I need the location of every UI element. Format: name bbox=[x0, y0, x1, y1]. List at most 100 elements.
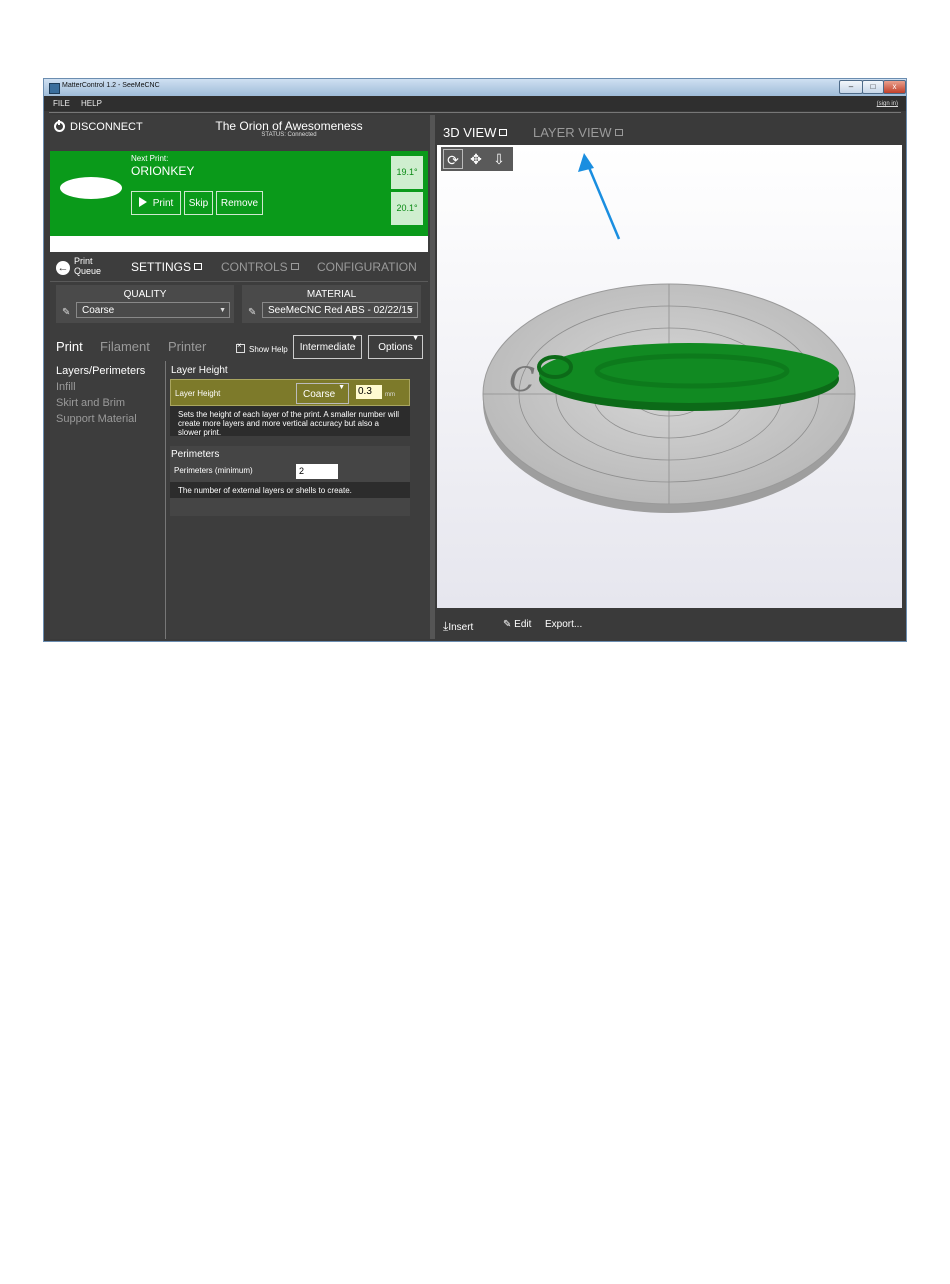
caret-down-icon: ▼ bbox=[351, 335, 358, 342]
options-label: Options bbox=[378, 342, 413, 353]
perimeters-help: The number of external layers or shells … bbox=[170, 482, 410, 498]
level-dropdown[interactable]: Intermediate ▼ bbox=[293, 335, 362, 359]
tab-print-queue[interactable]: Print Queue bbox=[74, 256, 114, 276]
pencil-icon[interactable]: ✎ bbox=[248, 307, 256, 318]
tab-controls-label: CONTROLS bbox=[221, 260, 288, 274]
print-queue-line1: Print bbox=[74, 256, 93, 266]
next-print-label: Next Print: bbox=[131, 154, 169, 163]
options-dropdown[interactable]: Options ▼ bbox=[368, 335, 423, 359]
layer-height-help: Sets the height of each layer of the pri… bbox=[170, 406, 410, 437]
quality-label: QUALITY bbox=[123, 289, 167, 300]
perimeters-row: Perimeters (minimum) 2 bbox=[170, 462, 410, 480]
category-layers-perimeters[interactable]: Layers/Perimeters bbox=[56, 365, 145, 377]
caret-down-icon: ▼ bbox=[338, 384, 345, 391]
tabs-divider bbox=[50, 281, 428, 282]
print-button-label: Print bbox=[152, 198, 174, 209]
extruder-temp[interactable]: 19.1° bbox=[390, 155, 424, 190]
layer-height-preset-value: Coarse bbox=[303, 389, 336, 400]
material-label: MATERIAL bbox=[306, 289, 357, 300]
part-thumbnail[interactable] bbox=[60, 177, 122, 199]
edit-button[interactable]: ✎ Edit bbox=[503, 619, 531, 630]
disconnect-button[interactable]: DISCONNECT bbox=[54, 120, 143, 133]
category-skirt-brim[interactable]: Skirt and Brim bbox=[56, 397, 125, 409]
layer-height-row: Layer Height Coarse ▼ 0.3 mm bbox=[170, 379, 410, 406]
skip-button[interactable]: Skip bbox=[184, 191, 213, 215]
level-value: Intermediate bbox=[299, 342, 356, 353]
tab-3d-view-label: 3D VIEW bbox=[443, 125, 497, 140]
edit-label: Edit bbox=[514, 619, 532, 630]
power-icon bbox=[54, 120, 65, 132]
rotate-icon[interactable]: ⟳ bbox=[443, 149, 463, 169]
material-dropdown[interactable]: SeeMeCNC Red ABS - 02/22/15 ▼ bbox=[262, 302, 418, 318]
title-bar: MatterControl 1.2 - SeeMeCNC – □ x bbox=[44, 79, 906, 96]
export-button[interactable]: Export... bbox=[545, 619, 582, 630]
tab-layer-view-label: LAYER VIEW bbox=[533, 125, 612, 140]
checkbox-icon[interactable] bbox=[236, 341, 245, 353]
move-icon[interactable]: ✥ bbox=[466, 149, 486, 169]
layer-height-input[interactable]: 0.3 bbox=[356, 385, 382, 399]
close-button[interactable]: x bbox=[883, 80, 906, 94]
pop-out-icon[interactable] bbox=[194, 263, 203, 270]
caret-down-icon: ▼ bbox=[412, 335, 419, 342]
right-panel: 3D VIEW LAYER VIEW C ⟳ ✥ ⇩ ⤓Insert ✎ Edi… bbox=[437, 115, 903, 639]
layer-height-section-title: Layer Height bbox=[171, 365, 228, 376]
next-print-name: ORIONKEY bbox=[131, 164, 195, 178]
perimeters-section-title: Perimeters bbox=[171, 449, 220, 460]
panel-splitter[interactable] bbox=[430, 115, 435, 639]
tab-3d-view[interactable]: 3D VIEW bbox=[443, 125, 508, 140]
category-support-material[interactable]: Support Material bbox=[56, 413, 137, 425]
insert-button[interactable]: ⤓Insert bbox=[443, 619, 473, 634]
zoom-icon[interactable]: ⇩ bbox=[489, 149, 509, 169]
bottom-toolbar: ⤓Insert ✎ Edit Export... bbox=[437, 611, 903, 639]
app-window: MatterControl 1.2 - SeeMeCNC – □ x FILE … bbox=[43, 78, 907, 642]
subtab-print[interactable]: Print bbox=[56, 339, 83, 354]
menu-file[interactable]: FILE bbox=[53, 99, 70, 108]
left-panel: DISCONNECT The Orion of Awesomeness STAT… bbox=[50, 115, 430, 639]
menu-help[interactable]: HELP bbox=[81, 99, 102, 108]
quality-value: Coarse bbox=[82, 305, 115, 316]
maximize-button[interactable]: □ bbox=[862, 80, 884, 94]
part-model[interactable] bbox=[537, 343, 839, 411]
bed-temp[interactable]: 20.1° bbox=[390, 191, 424, 226]
show-help-label: Show Help bbox=[249, 345, 288, 354]
tab-controls[interactable]: CONTROLS bbox=[221, 260, 299, 274]
minimize-button[interactable]: – bbox=[839, 80, 863, 94]
subtab-filament[interactable]: Filament bbox=[100, 339, 150, 354]
show-help-toggle[interactable]: Show Help bbox=[236, 341, 288, 354]
caret-down-icon: ▼ bbox=[219, 307, 226, 314]
play-icon bbox=[138, 197, 147, 207]
back-arrow-icon[interactable]: ← bbox=[56, 261, 70, 275]
pop-out-icon[interactable] bbox=[290, 263, 299, 270]
layer-height-preset-dropdown[interactable]: Coarse ▼ bbox=[296, 383, 349, 404]
subtab-printer[interactable]: Printer bbox=[168, 339, 206, 354]
pop-out-icon[interactable] bbox=[614, 129, 623, 136]
print-button[interactable]: Print bbox=[131, 191, 181, 215]
pencil-icon: ✎ bbox=[503, 619, 515, 630]
category-infill[interactable]: Infill bbox=[56, 381, 76, 393]
window-title: MatterControl 1.2 - SeeMeCNC bbox=[62, 82, 160, 89]
printer-status: STATUS: Connected bbox=[261, 132, 317, 138]
menu-divider bbox=[49, 112, 901, 113]
perimeters-label: Perimeters (minimum) bbox=[174, 466, 253, 475]
queue-progress-bar bbox=[50, 236, 428, 252]
insert-label: Insert bbox=[448, 622, 474, 633]
pencil-icon[interactable]: ✎ bbox=[62, 307, 70, 318]
tab-configuration[interactable]: CONFIGURATION bbox=[317, 260, 417, 274]
sign-in-link[interactable]: (sign in) bbox=[877, 101, 898, 107]
tab-settings-label: SETTINGS bbox=[131, 260, 192, 274]
tab-layer-view[interactable]: LAYER VIEW bbox=[533, 125, 623, 140]
perimeters-input[interactable]: 2 bbox=[296, 464, 338, 479]
settings-subtabs: Print Filament Printer Show Help Interme… bbox=[50, 335, 428, 361]
layer-height-unit: mm bbox=[385, 392, 395, 398]
tab-settings[interactable]: SETTINGS bbox=[131, 260, 203, 274]
print-queue-line2: Queue bbox=[74, 266, 102, 276]
printer-name: The Orion of Awesomeness bbox=[215, 119, 363, 133]
remove-button[interactable]: Remove bbox=[216, 191, 263, 215]
quality-dropdown[interactable]: Coarse ▼ bbox=[76, 302, 230, 318]
main-tabs: ← Print Queue SETTINGS CONTROLS CONFIGURA… bbox=[50, 255, 428, 280]
3d-viewport[interactable]: C ers ⟳ ✥ ⇩ bbox=[437, 145, 902, 608]
app-icon bbox=[49, 83, 60, 94]
menu-bar: FILE HELP (sign in) bbox=[44, 96, 906, 111]
settings-panel: Layer Height Layer Height Coarse ▼ 0.3 mm… bbox=[170, 363, 415, 516]
pop-out-icon[interactable] bbox=[499, 129, 508, 136]
